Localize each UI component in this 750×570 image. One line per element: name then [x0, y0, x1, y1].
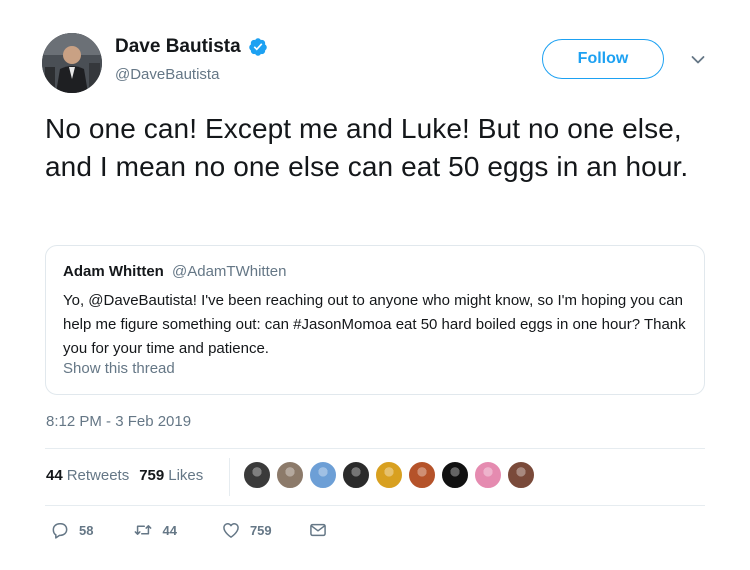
like-button[interactable]: 759	[221, 520, 272, 540]
retweet-button[interactable]: 44	[133, 520, 177, 540]
heart-icon	[223, 523, 239, 538]
retweets-count[interactable]: 44	[46, 467, 63, 484]
envelope-icon	[309, 523, 326, 537]
liker-avatar-4[interactable]	[342, 461, 370, 489]
retweet-count: 44	[162, 522, 177, 538]
follow-button[interactable]: Follow	[542, 39, 664, 79]
quoted-author-handle: @AdamTWhitten	[172, 263, 287, 280]
author-name[interactable]: Dave Bautista	[115, 36, 241, 58]
liker-avatar-2[interactable]	[276, 461, 304, 489]
reply-button[interactable]: 58	[50, 520, 93, 540]
quoted-tweet-card[interactable]: Adam Whitten @AdamTWhitten Yo, @DaveBaut…	[45, 245, 705, 395]
tweet-timestamp[interactable]: 8:12 PM - 3 Feb 2019	[46, 413, 191, 430]
retweet-icon	[135, 525, 152, 535]
verified-badge-icon	[248, 38, 267, 56]
liker-avatar-6[interactable]	[408, 461, 436, 489]
divider	[45, 505, 705, 506]
reply-count: 58	[79, 522, 94, 538]
author-name-row: Dave Bautista	[115, 36, 268, 58]
likes-count[interactable]: 759	[139, 467, 164, 484]
retweets-label[interactable]: Retweets	[67, 467, 130, 484]
quoted-tweet-text: Yo, @DaveBautista! I've been reaching ou…	[63, 292, 686, 357]
quoted-tweet-header: Adam Whitten @AdamTWhitten	[63, 263, 286, 280]
author-avatar[interactable]	[42, 33, 102, 93]
liker-avatar-3[interactable]	[309, 461, 337, 489]
like-count: 759	[249, 522, 272, 538]
liker-avatar-7[interactable]	[441, 461, 469, 489]
divider	[45, 448, 705, 449]
show-thread-link[interactable]: Show this thread	[63, 360, 175, 377]
tweet-actions: 58 44 759	[50, 520, 328, 540]
author-handle[interactable]: @DaveBautista	[115, 66, 219, 83]
tweet-stats: 44 Retweets 759 Likes	[46, 467, 203, 484]
reply-icon	[52, 523, 68, 539]
liker-avatars	[243, 461, 540, 489]
stats-separator	[229, 458, 230, 496]
quoted-author-name: Adam Whitten	[63, 263, 164, 280]
tweet-text: No one can! Except me and Luke! But no o…	[45, 113, 689, 182]
liker-avatar-5[interactable]	[375, 461, 403, 489]
direct-message-button[interactable]	[308, 520, 328, 540]
liker-avatar-1[interactable]	[243, 461, 271, 489]
liker-avatar-9[interactable]	[507, 461, 535, 489]
likes-label[interactable]: Likes	[168, 467, 203, 484]
chevron-down-icon[interactable]	[691, 55, 705, 65]
liker-avatar-8[interactable]	[474, 461, 502, 489]
